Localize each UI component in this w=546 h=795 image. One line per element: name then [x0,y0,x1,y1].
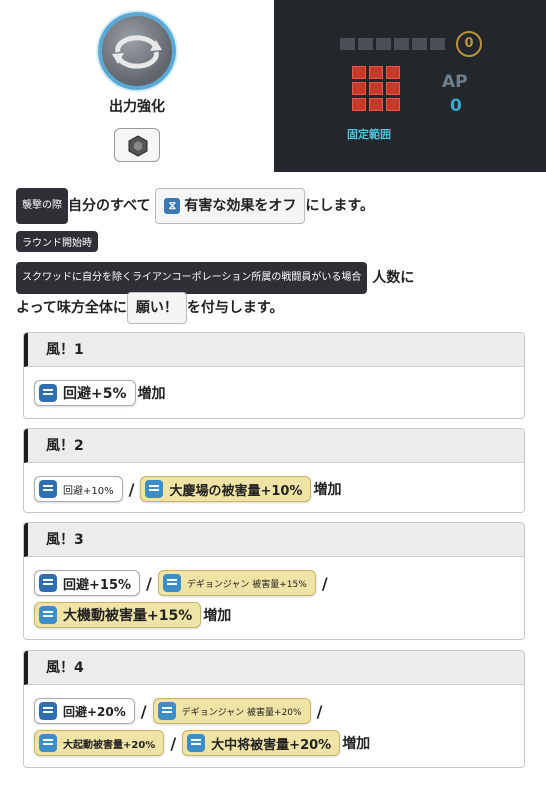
cost-bar [340,38,445,50]
skill-name: 出力強化 [109,99,165,115]
desc-text: 人数に [372,270,415,286]
debuff-off-chip[interactable]: ⧖ 有害な効果をオフ [155,188,306,224]
stat-chip[interactable]: 大中将被害量+20% [182,730,341,756]
level-title: 風！4 [24,651,524,685]
ap-value: 0 [450,96,462,116]
separator: / [146,573,152,593]
skill-header: 出力強化 0 固定範囲 AP 0 [0,0,546,172]
hexagon-icon [128,135,148,157]
range-label: 固定範囲 [347,128,391,141]
stat-chip[interactable]: 大起動被害量+20% [34,730,165,756]
attack-tag: 襲撃の際 [16,188,68,224]
refresh-arrows-icon [98,12,176,90]
separator: / [170,733,177,753]
stat-icon [39,734,57,752]
separator: / [140,701,147,721]
stat-icon [157,702,176,720]
description-line-4: よって味方全体に 願い！ を付与します。 [16,292,536,324]
level-title: 風！2 [24,429,524,463]
upgrade-button[interactable] [114,128,160,162]
increase-text: 増加 [137,386,166,402]
cost-icon: 0 [456,31,482,57]
level-card: 風！4 回避+20% / デギョンジャン 被害量+20% / 大起動被害量+20… [23,650,525,768]
description-line-2: ラウンド開始時 [16,231,536,252]
stat-icon [39,574,57,592]
level-card: 風！1 回避+5% 増加 [23,332,525,419]
level-card: 風！3 回避+15% / デギョンジャン 被害量+15% / 大機動被害量+15… [23,522,525,640]
stat-chip[interactable]: デギョンジャン 被害量+20% [152,698,311,724]
level-title: 風！3 [24,523,524,557]
desc-text: にします。 [305,198,374,214]
separator: / [316,701,323,721]
increase-text: 増加 [203,608,232,624]
stat-chip[interactable]: 回避+20% [34,698,135,724]
separator: / [321,573,328,593]
range-pane: 0 固定範囲 AP 0 [274,0,546,172]
desc-text: よって味方全体に [16,300,127,316]
increase-text: 増加 [313,482,342,498]
desc-text: を付与します。 [186,300,284,316]
stat-icon [39,606,57,624]
stat-chip[interactable]: 大機動被害量+15% [34,602,202,628]
separator: / [128,479,135,499]
skill-pane: 出力強化 [0,0,274,172]
range-grid [352,66,400,111]
stat-icon [187,734,206,752]
increase-text: 増加 [342,736,371,752]
condition-tag: スクワッドに自分を除くライアンコーポレーション所属の戦闘員がいる場合 [16,262,368,294]
stat-icon [39,480,57,498]
debuff-icon: ⧖ [164,198,181,214]
stat-chip[interactable]: 回避+5% [34,380,136,406]
desc-text: 自分のすべて [68,198,151,214]
stat-icon [162,574,181,592]
round-start-tag: ラウンド開始時 [16,231,98,252]
stat-chip[interactable]: 回避+15% [34,570,141,596]
wish-buff-chip[interactable]: 願い！ [126,292,187,324]
stat-icon [145,480,164,498]
level-title: 風！1 [24,333,524,367]
description-line-3: スクワッドに自分を除くライアンコーポレーション所属の戦闘員がいる場合 人数に [16,262,536,294]
stat-chip[interactable]: 大慶場の被害量+10% [140,476,312,502]
chip-label: 有害な効果をオフ [184,198,297,214]
ap-label: AP [442,72,468,92]
stat-icon [39,702,57,720]
level-card: 風！2 回避+10% / 大慶場の被害量+10% 増加 [23,428,525,513]
stat-chip[interactable]: デギョンジャン 被害量+15% [157,570,316,596]
description-line-1: 襲撃の際 自分のすべて ⧖ 有害な効果をオフ にします。 [16,188,536,224]
stat-chip[interactable]: 回避+10% [34,476,123,502]
stat-icon [39,384,57,402]
